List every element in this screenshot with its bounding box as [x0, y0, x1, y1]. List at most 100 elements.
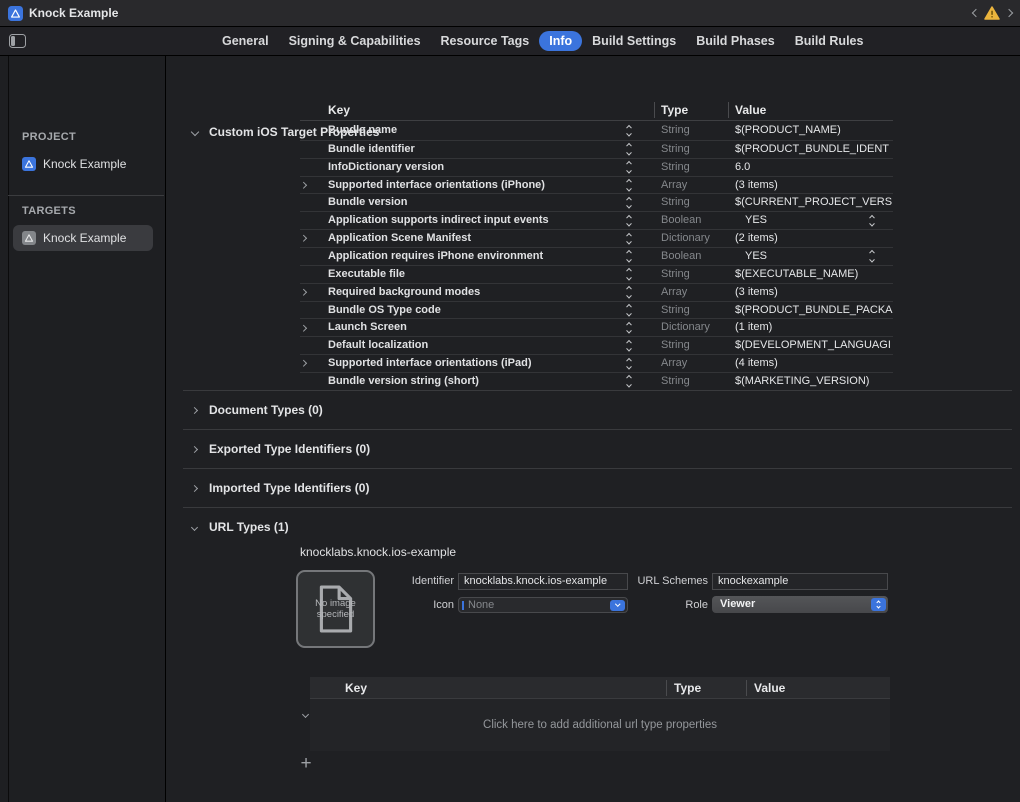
property-key[interactable]: Supported interface orientations (iPhone…	[328, 177, 545, 195]
property-row[interactable]: Executable file String $(EXECUTABLE_NAME)	[300, 265, 893, 283]
back-button[interactable]	[969, 5, 983, 21]
key-stepper-icon[interactable]	[627, 376, 631, 387]
section-header[interactable]: Exported Type Identifiers (0)	[183, 429, 1012, 468]
property-type[interactable]: Array	[661, 355, 687, 373]
key-stepper-icon[interactable]	[627, 358, 631, 369]
disclosure-chevron-icon[interactable]	[301, 177, 306, 194]
property-row[interactable]: Application supports indirect input even…	[300, 211, 893, 229]
property-key[interactable]: Default localization	[328, 337, 428, 355]
property-row[interactable]: Bundle name String $(PRODUCT_NAME)	[300, 122, 893, 140]
property-key[interactable]: Executable file	[328, 266, 405, 284]
property-value[interactable]: (4 items)	[735, 355, 893, 373]
property-value[interactable]: (3 items)	[735, 177, 893, 195]
property-type[interactable]: String	[661, 373, 690, 391]
property-type[interactable]: Boolean	[661, 212, 701, 230]
tab-signing-capabilities[interactable]: Signing & Capabilities	[279, 31, 431, 51]
property-row[interactable]: Bundle version String $(CURRENT_PROJECT_VE…	[300, 193, 893, 211]
property-key[interactable]: Bundle version string (short)	[328, 373, 479, 391]
key-stepper-icon[interactable]	[627, 215, 631, 226]
popup-stepper-icon[interactable]	[871, 598, 886, 611]
tab-info[interactable]: Info	[539, 31, 582, 51]
tab-build-settings[interactable]: Build Settings	[582, 31, 686, 51]
property-row[interactable]: Supported interface orientations (iPad) A…	[300, 354, 893, 372]
key-stepper-icon[interactable]	[627, 269, 631, 280]
tab-general[interactable]: General	[212, 31, 279, 51]
key-stepper-icon[interactable]	[627, 305, 631, 316]
property-type[interactable]: String	[661, 141, 690, 159]
key-stepper-icon[interactable]	[627, 233, 631, 244]
property-key[interactable]: Application supports indirect input even…	[328, 212, 549, 230]
tab-resource-tags[interactable]: Resource Tags	[431, 31, 540, 51]
value-stepper-icon[interactable]	[870, 215, 874, 226]
key-stepper-icon[interactable]	[627, 287, 631, 298]
property-row[interactable]: Bundle OS Type codeString$(PRODUCT_BUNDL…	[300, 301, 893, 319]
property-row[interactable]: Launch ScreenDictionary(1 item)	[300, 318, 893, 336]
property-value[interactable]: (3 items)	[735, 284, 893, 302]
property-value[interactable]: $(DEVELOPMENT_LANGUAGI	[735, 337, 893, 355]
key-stepper-icon[interactable]	[627, 323, 631, 334]
key-stepper-icon[interactable]	[627, 198, 631, 209]
property-key[interactable]: Bundle version	[328, 194, 407, 212]
property-value[interactable]: (1 item)	[735, 319, 893, 337]
property-key[interactable]: Application Scene Manifest	[328, 230, 471, 248]
property-value[interactable]: $(PRODUCT_NAME)	[735, 122, 893, 140]
role-popup[interactable]: Viewer	[712, 596, 888, 613]
property-type[interactable]: String	[661, 159, 690, 177]
disclosure-chevron-icon[interactable]	[301, 355, 306, 372]
property-row[interactable]: Application requires iPhone environment B…	[300, 247, 893, 265]
section-header[interactable]: Imported Type Identifiers (0)	[183, 468, 1012, 507]
key-stepper-icon[interactable]	[627, 251, 631, 262]
property-type[interactable]: Dictionary	[661, 319, 710, 337]
property-type[interactable]: String	[661, 122, 690, 140]
property-row[interactable]: Bundle identifier String $(PRODUCT_BUNDLE_…	[300, 140, 893, 158]
value-stepper-icon[interactable]	[870, 251, 874, 262]
property-value[interactable]: $(MARKETING_VERSION)	[735, 373, 893, 391]
navigator-toggle-icon[interactable]	[9, 34, 26, 48]
property-value[interactable]: YES	[745, 212, 865, 230]
warning-badge[interactable]	[984, 6, 1000, 20]
url-schemes-field[interactable]: knockexample	[712, 573, 888, 590]
property-value[interactable]: (2 items)	[735, 230, 893, 248]
property-row[interactable]: Required background modes Array (3 items)	[300, 283, 893, 301]
sidebar-item-project[interactable]: Knock Example	[13, 151, 153, 177]
property-type[interactable]: Array	[661, 284, 687, 302]
property-key[interactable]: Bundle OS Type code	[328, 302, 441, 320]
key-stepper-icon[interactable]	[627, 126, 631, 137]
property-value[interactable]: 6.0	[735, 159, 893, 177]
sidebar-item-target[interactable]: Knock Example	[13, 225, 153, 251]
property-key[interactable]: Required background modes	[328, 284, 480, 302]
property-value[interactable]: $(PRODUCT_BUNDLE_IDENT	[735, 141, 893, 159]
property-row[interactable]: Application Scene Manifest Dictionary (2 i…	[300, 229, 893, 247]
property-type[interactable]: String	[661, 194, 690, 212]
property-key[interactable]: Bundle identifier	[328, 141, 415, 159]
property-type[interactable]: String	[661, 302, 690, 320]
property-row[interactable]: Supported interface orientations (iPhone…	[300, 176, 893, 194]
property-type[interactable]: Dictionary	[661, 230, 710, 248]
property-type[interactable]: String	[661, 337, 690, 355]
property-key[interactable]: Bundle name	[328, 122, 397, 140]
tab-build-phases[interactable]: Build Phases	[686, 31, 785, 51]
forward-button[interactable]	[1002, 5, 1016, 21]
disclosure-chevron-icon[interactable]	[301, 230, 306, 247]
property-value[interactable]: YES	[745, 248, 865, 266]
property-value[interactable]: $(EXECUTABLE_NAME)	[735, 266, 893, 284]
property-type[interactable]: Boolean	[661, 248, 701, 266]
key-stepper-icon[interactable]	[627, 340, 631, 351]
property-key[interactable]: Application requires iPhone environment	[328, 248, 543, 266]
tab-build-rules[interactable]: Build Rules	[785, 31, 874, 51]
key-stepper-icon[interactable]	[627, 162, 631, 173]
property-type[interactable]: String	[661, 266, 690, 284]
additional-table-body[interactable]: Click here to add additional url type pr…	[310, 699, 890, 751]
add-url-type-button[interactable]: +	[297, 755, 315, 773]
key-stepper-icon[interactable]	[627, 180, 631, 191]
property-type[interactable]: Array	[661, 177, 687, 195]
property-row[interactable]: InfoDictionary version String 6.0	[300, 158, 893, 176]
property-key[interactable]: InfoDictionary version	[328, 159, 444, 177]
section-header[interactable]: Document Types (0)	[183, 390, 1012, 429]
add-properties-placeholder[interactable]: Click here to add additional url type pr…	[483, 719, 717, 731]
disclosure-chevron-icon[interactable]	[301, 319, 306, 336]
property-row[interactable]: Bundle version string (short) String $(MAR…	[300, 372, 893, 390]
key-stepper-icon[interactable]	[627, 144, 631, 155]
property-key[interactable]: Supported interface orientations (iPad)	[328, 355, 532, 373]
property-value[interactable]: $(CURRENT_PROJECT_VERS	[735, 194, 893, 212]
